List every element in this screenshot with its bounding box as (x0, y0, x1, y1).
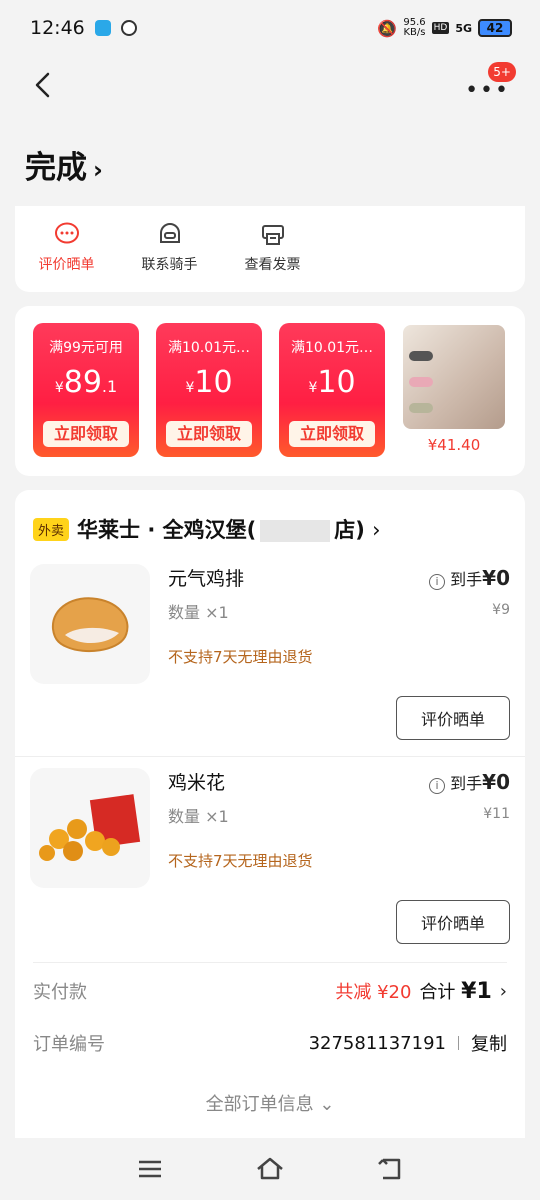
message-badge: 5+ (488, 62, 516, 82)
payment-summary-row[interactable]: 实付款 共减 ¥20 合计 ¥1 › (33, 978, 507, 1004)
order-number-label: 订单编号 (33, 1034, 105, 1055)
item-original-price: ¥9 (492, 602, 510, 618)
review-button[interactable]: 评价晒单 (396, 696, 510, 740)
coupon-card[interactable]: 满10.01元… ¥10 立即领取 (279, 323, 385, 457)
order-card: 外卖 华莱士 · 全鸡汉堡(店) › 元气鸡排 数量 ×1 不支持7天无理由退货… (15, 490, 525, 1138)
order-total: 合计 ¥1 (419, 979, 492, 1004)
item-image-popcorn-chicken[interactable] (30, 768, 150, 888)
signal-icon: 5G (455, 21, 472, 35)
redacted-area (260, 520, 331, 542)
page-title[interactable]: 完成 › (25, 142, 103, 187)
store-row[interactable]: 外卖 华莱士 · 全鸡汉堡(店) › (33, 514, 381, 544)
coupon-condition: 满99元可用 (49, 340, 123, 356)
invoice-printer-icon (261, 225, 284, 245)
system-nav-bar (0, 1138, 540, 1200)
net-speed: 95.6 KB/s (403, 17, 426, 38)
all-order-info-toggle[interactable]: 全部订单信息 ⌄ (15, 1090, 525, 1116)
app-notification-icon-2 (120, 20, 137, 36)
app-notification-icon (94, 20, 111, 36)
order-actions: 评价晒单 联系骑手 查看发票 (15, 206, 525, 292)
item-quantity: 数量 ×1 (168, 603, 229, 622)
item-name: 鸡米花 (168, 772, 226, 794)
chicken-cutlet-icon (51, 597, 129, 653)
coupon-condition: 满10.01元… (290, 340, 374, 356)
chevron-right-icon: › (93, 156, 103, 184)
info-icon: i (429, 778, 446, 794)
item-original-price: ¥11 (483, 806, 510, 822)
copy-button[interactable]: 复制 (471, 1030, 507, 1056)
action-review-label: 评价晒单 (38, 257, 95, 273)
chevron-right-icon: › (372, 518, 381, 542)
claim-coupon-button[interactable]: 立即领取 (166, 421, 252, 447)
mute-icon: 🔕 (377, 18, 398, 38)
hd-icon: HD (431, 22, 450, 34)
coupon-value: ¥89.1 (54, 365, 118, 400)
action-review[interactable]: 评价晒单 (15, 206, 118, 292)
coupon-section: 满99元可用 ¥89.1 立即领取 满10.01元… ¥10 立即领取 满10.… (15, 306, 525, 476)
info-icon: i (429, 574, 446, 590)
action-contact-rider[interactable]: 联系骑手 (118, 206, 221, 292)
action-invoice-label: 查看发票 (244, 257, 301, 273)
takeout-tag: 外卖 (33, 517, 70, 541)
coupon-value: ¥10 (308, 365, 356, 400)
order-item: 鸡米花 数量 ×1 不支持7天无理由退货 i 到手¥0 ¥11 评价晒单 (15, 768, 525, 968)
status-time: 12:46 (30, 17, 85, 39)
order-number: 327581137191 (308, 1032, 446, 1054)
recommended-product-price[interactable]: ¥41.40 (403, 436, 505, 454)
item-name: 元气鸡排 (168, 568, 245, 590)
popcorn-chicken-icon (39, 794, 141, 861)
store-name: 华莱士 · 全鸡汉堡(店) › (77, 518, 381, 542)
back-nav-icon[interactable] (375, 1154, 405, 1184)
action-invoice[interactable]: 查看发票 (221, 206, 324, 292)
paid-label: 实付款 (33, 982, 87, 1003)
status-bar: 12:46 🔕 95.6 KB/s HD 5G 42 (0, 0, 540, 56)
order-number-row: 订单编号 327581137191 复制 (33, 1030, 507, 1056)
battery-icon: 42 (478, 19, 512, 37)
discount-total: 共减 ¥20 (335, 982, 412, 1003)
action-contact-rider-label: 联系骑手 (141, 257, 198, 273)
chevron-right-icon: › (499, 980, 507, 1002)
item-return-note: 不支持7天无理由退货 (168, 648, 313, 666)
rider-helmet-icon (159, 223, 180, 243)
chat-review-icon (54, 222, 79, 244)
divider (15, 756, 525, 757)
back-icon[interactable] (28, 70, 58, 100)
item-price-info[interactable]: i 到手¥0 (429, 566, 510, 590)
coupon-card[interactable]: 满99元可用 ¥89.1 立即领取 (33, 323, 139, 457)
menu-icon[interactable] (135, 1154, 165, 1184)
recommended-product-image[interactable] (403, 325, 505, 429)
claim-coupon-button[interactable]: 立即领取 (43, 421, 129, 447)
top-bar: ••• 5+ (0, 56, 540, 116)
item-quantity: 数量 ×1 (168, 807, 229, 826)
order-item: 元气鸡排 数量 ×1 不支持7天无理由退货 i 到手¥0 ¥9 评价晒单 (15, 564, 525, 764)
coupon-card[interactable]: 满10.01元… ¥10 立即领取 (156, 323, 262, 457)
claim-coupon-button[interactable]: 立即领取 (289, 421, 375, 447)
coupon-value: ¥10 (185, 365, 233, 400)
home-icon[interactable] (255, 1154, 285, 1184)
item-return-note: 不支持7天无理由退货 (168, 852, 313, 870)
separator (458, 1036, 459, 1050)
coupon-condition: 满10.01元… (167, 340, 251, 356)
item-image-chicken-cutlet[interactable] (30, 564, 150, 684)
item-price-info[interactable]: i 到手¥0 (429, 770, 510, 794)
divider (33, 962, 507, 963)
review-button[interactable]: 评价晒单 (396, 900, 510, 944)
status-right: 🔕 95.6 KB/s HD 5G 42 (377, 18, 512, 38)
